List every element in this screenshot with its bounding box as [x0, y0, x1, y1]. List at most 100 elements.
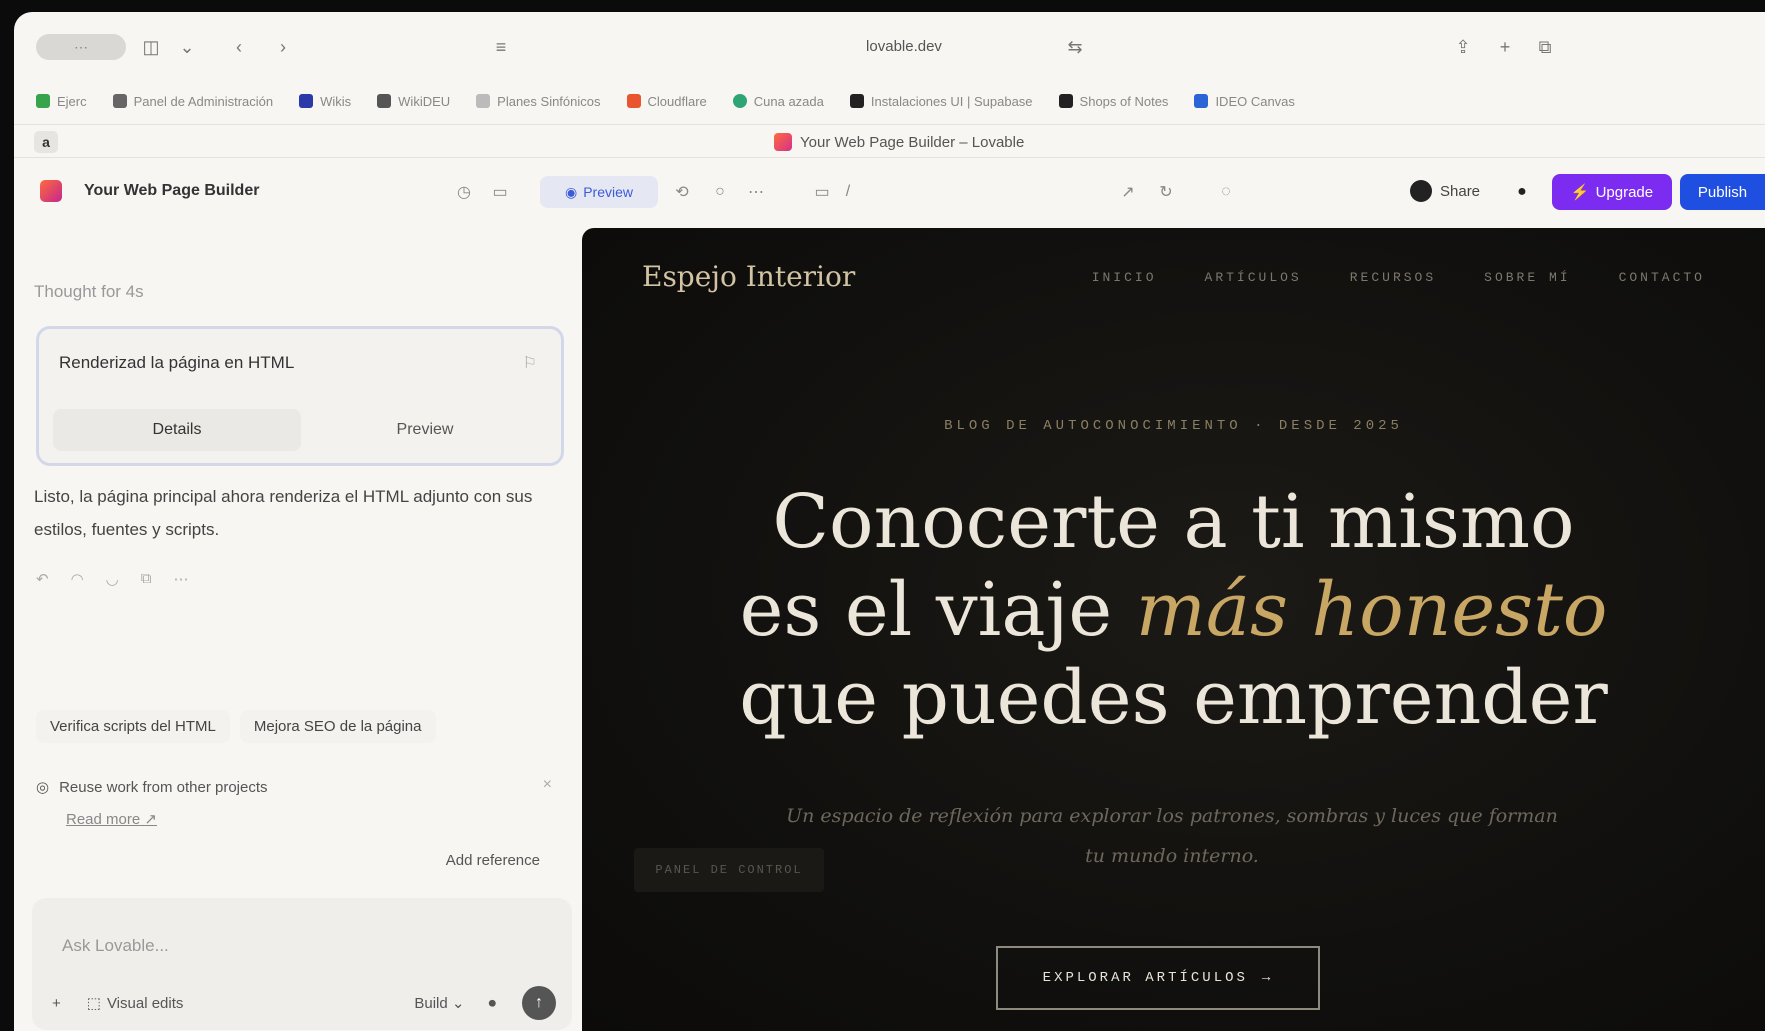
back-icon[interactable]: ‹: [226, 34, 252, 60]
refresh-icon[interactable]: ↻: [1154, 180, 1178, 204]
hero-headline: Conocerte a ti mismo es el viaje más hon…: [739, 479, 1608, 741]
edit-card: Renderizad la página en HTML ⚐ Details P…: [36, 326, 564, 466]
bookmark-item[interactable]: IDEO Canvas: [1194, 94, 1295, 109]
site-preview: Espejo Interior INICIO ARTÍCULOS RECURSO…: [582, 228, 1765, 1031]
history-icon[interactable]: ◷: [452, 180, 476, 204]
github-icon[interactable]: ●: [1510, 180, 1534, 204]
details-button[interactable]: Details: [53, 409, 301, 451]
nav-item-recursos[interactable]: RECURSOS: [1350, 270, 1436, 285]
chevron-down-icon[interactable]: ⌄: [174, 34, 200, 60]
more-icon[interactable]: ⋯: [744, 180, 768, 204]
read-more-link[interactable]: Read more ↗: [66, 810, 157, 828]
plus-icon[interactable]: +: [52, 995, 61, 1012]
preview-toggle[interactable]: ◉ Preview: [540, 176, 658, 208]
share-button[interactable]: Share: [1410, 180, 1480, 202]
external-link-icon: ↗: [144, 811, 157, 828]
bookmarks-bar: Ejerc Panel de Administración Wikis Wiki…: [14, 88, 1765, 114]
chevron-down-icon: ⌄: [451, 995, 465, 1012]
send-button[interactable]: ↑: [522, 986, 556, 1020]
cloud-icon[interactable]: ○: [708, 180, 732, 204]
bookmark-favicon-icon: [476, 94, 491, 108]
nav-item-articulos[interactable]: ARTÍCULOS: [1205, 270, 1302, 285]
lightbulb-icon: ◎: [36, 779, 50, 796]
tab-title: Your Web Page Builder – Lovable: [800, 133, 1025, 151]
bookmark-item[interactable]: Ejerc: [36, 94, 87, 109]
browser-toolbar: ⋯ ◫ ⌄ ‹ › ≡ lovable.dev ⇆ ⇪ + ⧉: [14, 12, 1765, 80]
undo-icon[interactable]: ↶: [36, 570, 49, 588]
profile-badge[interactable]: a: [34, 131, 58, 153]
card-actions: Details Preview: [53, 409, 549, 451]
control-panel-button[interactable]: PANEL DE CONTROL: [634, 848, 824, 892]
more-icon[interactable]: ⋯: [173, 570, 188, 588]
browser-window: ⋯ ◫ ⌄ ‹ › ≡ lovable.dev ⇆ ⇪ + ⧉ Ejerc Pa…: [14, 12, 1765, 1031]
bookmark-favicon-icon: [299, 94, 314, 108]
tab-strip: a Your Web Page Builder – Lovable: [14, 124, 1765, 158]
bookmark-item[interactable]: Shops of Notes: [1058, 94, 1168, 109]
bookmark-favicon-icon: [1058, 94, 1073, 108]
microphone-icon[interactable]: ⏺: [488, 995, 496, 1012]
build-mode-select[interactable]: Build ⌄: [414, 994, 464, 1012]
suggestion-chip[interactable]: Mejora SEO de la página: [239, 710, 436, 743]
nav-item-sobre-mi[interactable]: SOBRE MÍ: [1484, 270, 1570, 285]
bookmark-item[interactable]: Panel de Administración: [112, 94, 273, 109]
thumbs-up-icon[interactable]: ◠: [71, 570, 84, 588]
add-reference-button[interactable]: Add reference: [446, 852, 540, 869]
settings-icon[interactable]: ◌: [1214, 180, 1238, 204]
headline-emphasis: más honesto: [1135, 567, 1608, 653]
forward-icon[interactable]: ›: [270, 34, 296, 60]
bookmark-item[interactable]: Cloudflare: [626, 94, 707, 109]
copy-icon[interactable]: ⧉: [141, 570, 152, 588]
site-nav: INICIO ARTÍCULOS RECURSOS SOBRE MÍ CONTA…: [1092, 270, 1705, 285]
bookmark-favicon-icon: [36, 94, 50, 108]
share-icon[interactable]: ⇪: [1450, 34, 1476, 60]
bookmark-icon[interactable]: ⚐: [523, 353, 537, 373]
arrow-right-icon: →: [1261, 970, 1274, 986]
address-bar[interactable]: lovable.dev: [554, 34, 1254, 60]
bookmark-item[interactable]: Planes Sinfónicos: [476, 94, 601, 109]
bookmark-favicon-icon: [732, 94, 747, 108]
tabs-overview-icon[interactable]: ⧉: [1532, 34, 1558, 60]
chat-input[interactable]: Ask Lovable... + ⬚ Visual edits Build ⌄ …: [32, 898, 572, 1030]
explore-articles-button[interactable]: EXPLORAR ARTÍCULOS →: [996, 946, 1320, 1010]
bookmark-favicon-icon: [377, 94, 392, 108]
bookmark-favicon-icon: [1194, 94, 1209, 108]
device-icon[interactable]: ▭: [810, 180, 834, 204]
new-tab-icon[interactable]: +: [1492, 34, 1518, 60]
visual-edits-button[interactable]: ⬚ Visual edits: [86, 994, 184, 1013]
bookmark-item[interactable]: Cuna azada: [732, 94, 824, 109]
active-tab[interactable]: Your Web Page Builder – Lovable: [774, 133, 1024, 151]
thumbs-down-icon[interactable]: ◡: [106, 570, 119, 588]
thought-label[interactable]: Thought for 4s: [34, 282, 144, 302]
reader-icon[interactable]: ≡: [488, 34, 514, 60]
sidebar-toggle-icon[interactable]: ◫: [138, 34, 164, 60]
chat-input-placeholder[interactable]: Ask Lovable...: [62, 936, 169, 956]
lovable-logo-icon[interactable]: [40, 180, 62, 202]
code-icon[interactable]: ⟲: [670, 180, 694, 204]
globe-icon: ◉: [564, 183, 578, 200]
card-preview-button[interactable]: Preview: [301, 409, 549, 451]
upgrade-button[interactable]: ⚡ Upgrade: [1552, 174, 1672, 210]
edit-card-title: Renderizad la página en HTML: [59, 353, 295, 372]
close-icon[interactable]: ×: [543, 776, 552, 794]
bookmark-item[interactable]: Wikis: [299, 94, 351, 109]
bolt-icon: ⚡: [1570, 184, 1590, 201]
hero-kicker: BLOG DE AUTOCONOCIMIENTO · DESDE 2025: [944, 418, 1403, 434]
open-external-icon[interactable]: ↗: [1116, 180, 1140, 204]
project-name[interactable]: Your Web Page Builder: [84, 182, 259, 200]
site-logo[interactable]: Espejo Interior: [642, 260, 855, 293]
bookmark-favicon-icon: [849, 94, 864, 108]
bookmark-item[interactable]: WikiDEU: [377, 94, 450, 109]
window-controls[interactable]: ⋯: [36, 34, 126, 60]
suggestion-chip[interactable]: Verifica scripts del HTML: [36, 710, 230, 743]
path-slash-icon: /: [845, 183, 851, 200]
publish-button[interactable]: Publish: [1680, 174, 1765, 210]
cursor-icon: ⬚: [86, 995, 101, 1012]
translate-icon[interactable]: ⇆: [1062, 34, 1088, 60]
lovable-favicon-icon: [774, 133, 792, 151]
layout-icon[interactable]: ▭: [488, 180, 512, 204]
nav-item-inicio[interactable]: INICIO: [1092, 270, 1157, 285]
nav-item-contacto[interactable]: CONTACTO: [1619, 270, 1705, 285]
reuse-title: ◎ Reuse work from other projects: [36, 778, 268, 797]
app-toolbar: Your Web Page Builder ◷ ▭ ◉ Preview ⟲ ○ …: [14, 172, 1765, 212]
bookmark-item[interactable]: Instalaciones UI | Supabase: [849, 94, 1033, 109]
